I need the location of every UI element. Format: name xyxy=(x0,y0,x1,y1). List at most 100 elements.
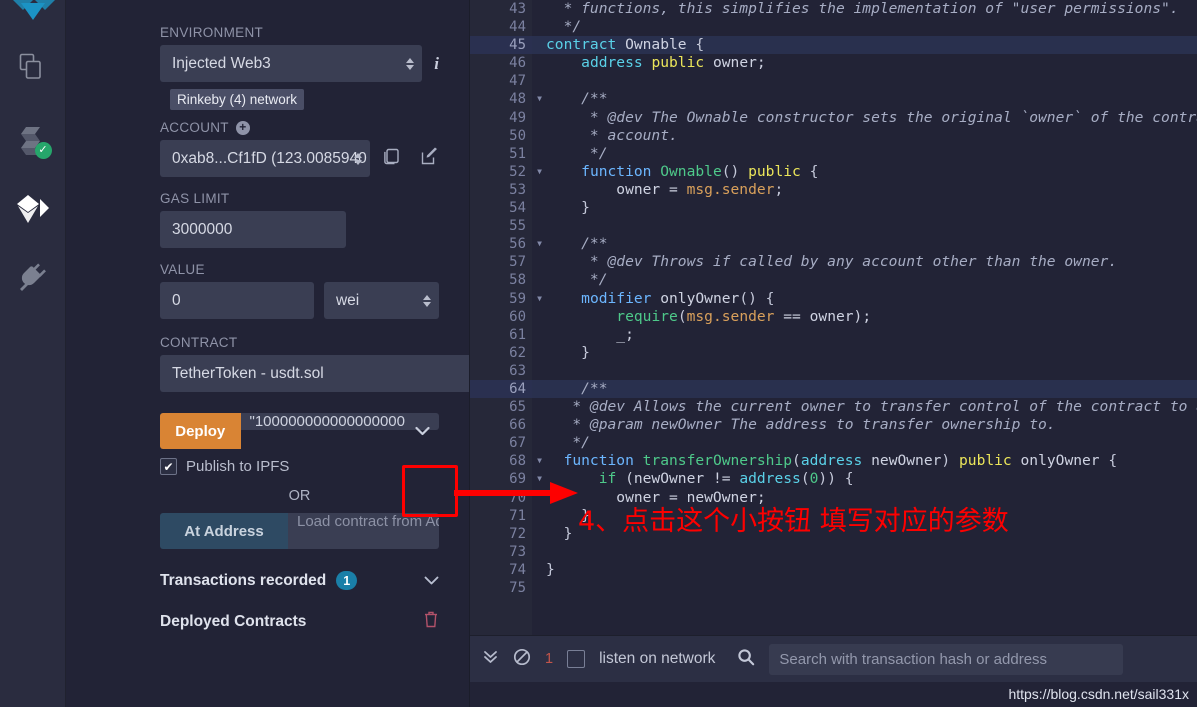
code-line: } xyxy=(546,507,1197,525)
code-token: (newOwner != xyxy=(625,470,740,488)
code-token: * @dev Throws if called by any account o… xyxy=(546,253,1118,271)
remix-ide-window: ✓ ENVIRONMENT Injected Web3 i Rinkeby (4… xyxy=(0,0,1197,707)
sidebar-item-deploy-run[interactable] xyxy=(0,186,66,236)
code-token: } xyxy=(546,560,555,578)
code-token: public xyxy=(651,54,713,72)
chevron-down-icon[interactable] xyxy=(405,413,439,449)
code-token: Ownable xyxy=(625,36,696,54)
line-number: 67 xyxy=(509,435,526,452)
remix-logo-icon[interactable] xyxy=(0,0,65,22)
code-token: msg.sender xyxy=(686,307,775,325)
watermark-url: https://blog.csdn.net/sail331x xyxy=(1008,686,1189,702)
search-icon[interactable] xyxy=(737,648,755,671)
code-token: { xyxy=(1108,452,1118,470)
deployed-contracts-section[interactable]: Deployed Contracts xyxy=(160,611,439,632)
sidebar-item-solidity-compiler[interactable]: ✓ xyxy=(0,118,66,168)
sidebar-item-file-explorer[interactable] xyxy=(0,44,66,94)
code-line: } xyxy=(546,199,1197,217)
double-chevron-down-icon[interactable] xyxy=(482,648,499,670)
code-line: * @dev The Ownable constructor sets the … xyxy=(546,109,1197,127)
code-token: () { xyxy=(739,289,775,307)
code-token: function xyxy=(581,162,661,180)
transactions-recorded-section[interactable]: Transactions recorded 1 xyxy=(160,571,439,590)
code-token: require xyxy=(616,307,678,325)
trash-icon[interactable] xyxy=(423,611,439,632)
editor-and-terminal-column: 434445▼464748▼49505152▼53545556▼575859▼6… xyxy=(470,0,1197,707)
line-number: 55 xyxy=(509,218,526,235)
code-token: onlyOwner xyxy=(1020,452,1109,470)
code-token: */ xyxy=(546,18,582,36)
deploy-run-icon xyxy=(16,194,50,229)
value-unit-select[interactable]: wei xyxy=(323,282,439,319)
line-number: 74 xyxy=(509,561,526,578)
contract-select[interactable]: TetherToken - usdt.sol xyxy=(160,355,469,392)
code-token: address xyxy=(739,470,801,488)
code-token: function xyxy=(563,452,643,470)
account-label-text: ACCOUNT xyxy=(160,120,229,135)
code-token: )) { xyxy=(818,470,854,488)
code-token: owner; xyxy=(712,54,766,72)
code-token: onlyOwner xyxy=(660,289,740,307)
file-explorer-icon xyxy=(18,52,48,87)
copy-icon[interactable] xyxy=(382,147,401,171)
line-number: 60 xyxy=(509,308,526,325)
listen-on-network-checkbox[interactable] xyxy=(567,650,586,668)
code-editor[interactable]: 434445▼464748▼49505152▼53545556▼575859▼6… xyxy=(470,0,1197,635)
transactions-count-badge: 1 xyxy=(336,571,358,590)
sidebar-item-plugin-manager[interactable] xyxy=(0,254,66,304)
code-token: ) xyxy=(941,452,959,470)
line-number: 61 xyxy=(509,326,526,343)
contract-label: CONTRACT xyxy=(160,335,238,350)
code-token: /** xyxy=(546,235,608,253)
code-line: function Ownable() public { xyxy=(546,163,1197,181)
line-number: 75 xyxy=(509,580,526,596)
code-line: if (newOwner != address(0)) { xyxy=(546,470,1197,488)
code-line: /** xyxy=(532,379,1197,399)
transaction-search-input[interactable]: Search with transaction hash or address xyxy=(769,643,1124,675)
value-input[interactable]: 0 xyxy=(160,282,314,319)
at-address-input[interactable]: Load contract from Address xyxy=(288,513,439,549)
line-number: 49 xyxy=(509,109,526,126)
chevron-down-icon[interactable] xyxy=(424,572,439,589)
chevron-updown-icon xyxy=(354,152,362,165)
line-number: 63 xyxy=(509,362,526,379)
ban-circle-icon[interactable] xyxy=(513,648,531,671)
account-value: 0xab8...Cf1fD (123.0085940 xyxy=(172,150,367,167)
environment-select[interactable]: Injected Web3 xyxy=(160,45,423,82)
code-token: Ownable xyxy=(660,162,722,180)
info-icon[interactable]: i xyxy=(434,54,439,74)
code-line: */ xyxy=(546,18,1197,36)
code-token: ; xyxy=(774,180,784,198)
plus-circle-icon[interactable]: + xyxy=(235,120,250,135)
code-token: _; xyxy=(546,325,634,343)
edit-icon[interactable] xyxy=(420,147,439,171)
code-token: */ xyxy=(546,271,608,289)
line-number: 64▼ xyxy=(470,379,542,399)
transactions-recorded-label: Transactions recorded xyxy=(160,571,327,589)
code-token: * @param newOwner The address to transfe… xyxy=(546,416,1056,434)
line-number: 66 xyxy=(509,417,526,434)
code-line: function transferOwnership(address newOw… xyxy=(546,452,1197,470)
code-line: require(msg.sender == owner); xyxy=(546,308,1197,326)
code-line: address public owner; xyxy=(546,54,1197,72)
line-number: 56 ▼ xyxy=(509,236,542,253)
gas-limit-input[interactable]: 3000000 xyxy=(160,211,346,248)
line-number: 43 xyxy=(509,1,526,17)
code-token: msg.sender xyxy=(686,180,775,198)
code-line: contract Ownable { xyxy=(532,36,1197,55)
account-select[interactable]: 0xab8...Cf1fD (123.0085940 xyxy=(160,140,370,177)
or-divider-label: OR xyxy=(288,488,311,504)
code-token: { xyxy=(809,162,819,180)
code-token: public xyxy=(959,452,1021,470)
editor-code-content[interactable]: * functions, this simplifies the impleme… xyxy=(532,0,1197,635)
code-token: ( xyxy=(677,307,687,325)
deploy-button[interactable]: Deploy xyxy=(160,413,241,449)
publish-to-ipfs-label: Publish to IPFS xyxy=(186,458,290,475)
line-number: 47 xyxy=(509,73,526,90)
code-token: () xyxy=(721,162,749,180)
publish-to-ipfs-checkbox[interactable]: ✔ xyxy=(160,458,177,475)
at-address-button[interactable]: At Address xyxy=(160,513,288,549)
